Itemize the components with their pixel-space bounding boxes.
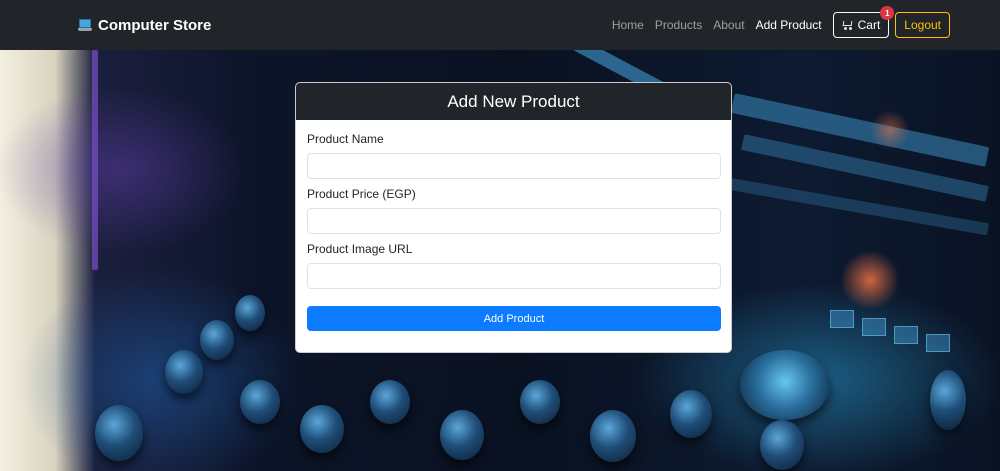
nav-link-products[interactable]: Products	[655, 18, 702, 32]
brand-link[interactable]: Computer Store	[78, 17, 211, 34]
add-product-form: Product Name Product Price (EGP) Product…	[296, 120, 731, 331]
form-group-price: Product Price (EGP)	[307, 187, 721, 234]
add-product-button[interactable]: Add Product	[307, 306, 721, 331]
product-name-label: Product Name	[307, 132, 384, 146]
logout-button[interactable]: Logout	[895, 12, 950, 38]
nav-link-add-product[interactable]: Add Product	[756, 18, 822, 32]
add-product-card: Add New Product Product Name Product Pri…	[295, 82, 732, 353]
laptop-icon	[78, 19, 92, 31]
form-group-name: Product Name	[307, 132, 721, 179]
product-price-label: Product Price (EGP)	[307, 187, 416, 201]
nav-links: Home Products About Add Product Cart 1 L…	[601, 6, 950, 38]
product-price-input[interactable]	[307, 208, 721, 234]
brand-text: Computer Store	[98, 16, 212, 34]
product-image-url-label: Product Image URL	[307, 242, 413, 256]
cart-icon	[842, 20, 853, 30]
card-title: Add New Product	[447, 91, 580, 111]
card-header: Add New Product	[296, 83, 731, 120]
product-image-url-input[interactable]	[307, 263, 721, 289]
nav-link-home[interactable]: Home	[612, 18, 644, 32]
cart-label: Cart	[857, 18, 881, 32]
form-group-image-url: Product Image URL	[307, 242, 721, 289]
product-name-input[interactable]	[307, 153, 721, 179]
navbar: Computer Store Home Products About Add P…	[0, 0, 1000, 50]
cart-count-badge: 1	[880, 6, 895, 20]
cart-button[interactable]: Cart 1	[832, 6, 895, 38]
nav-link-about[interactable]: About	[713, 18, 744, 32]
